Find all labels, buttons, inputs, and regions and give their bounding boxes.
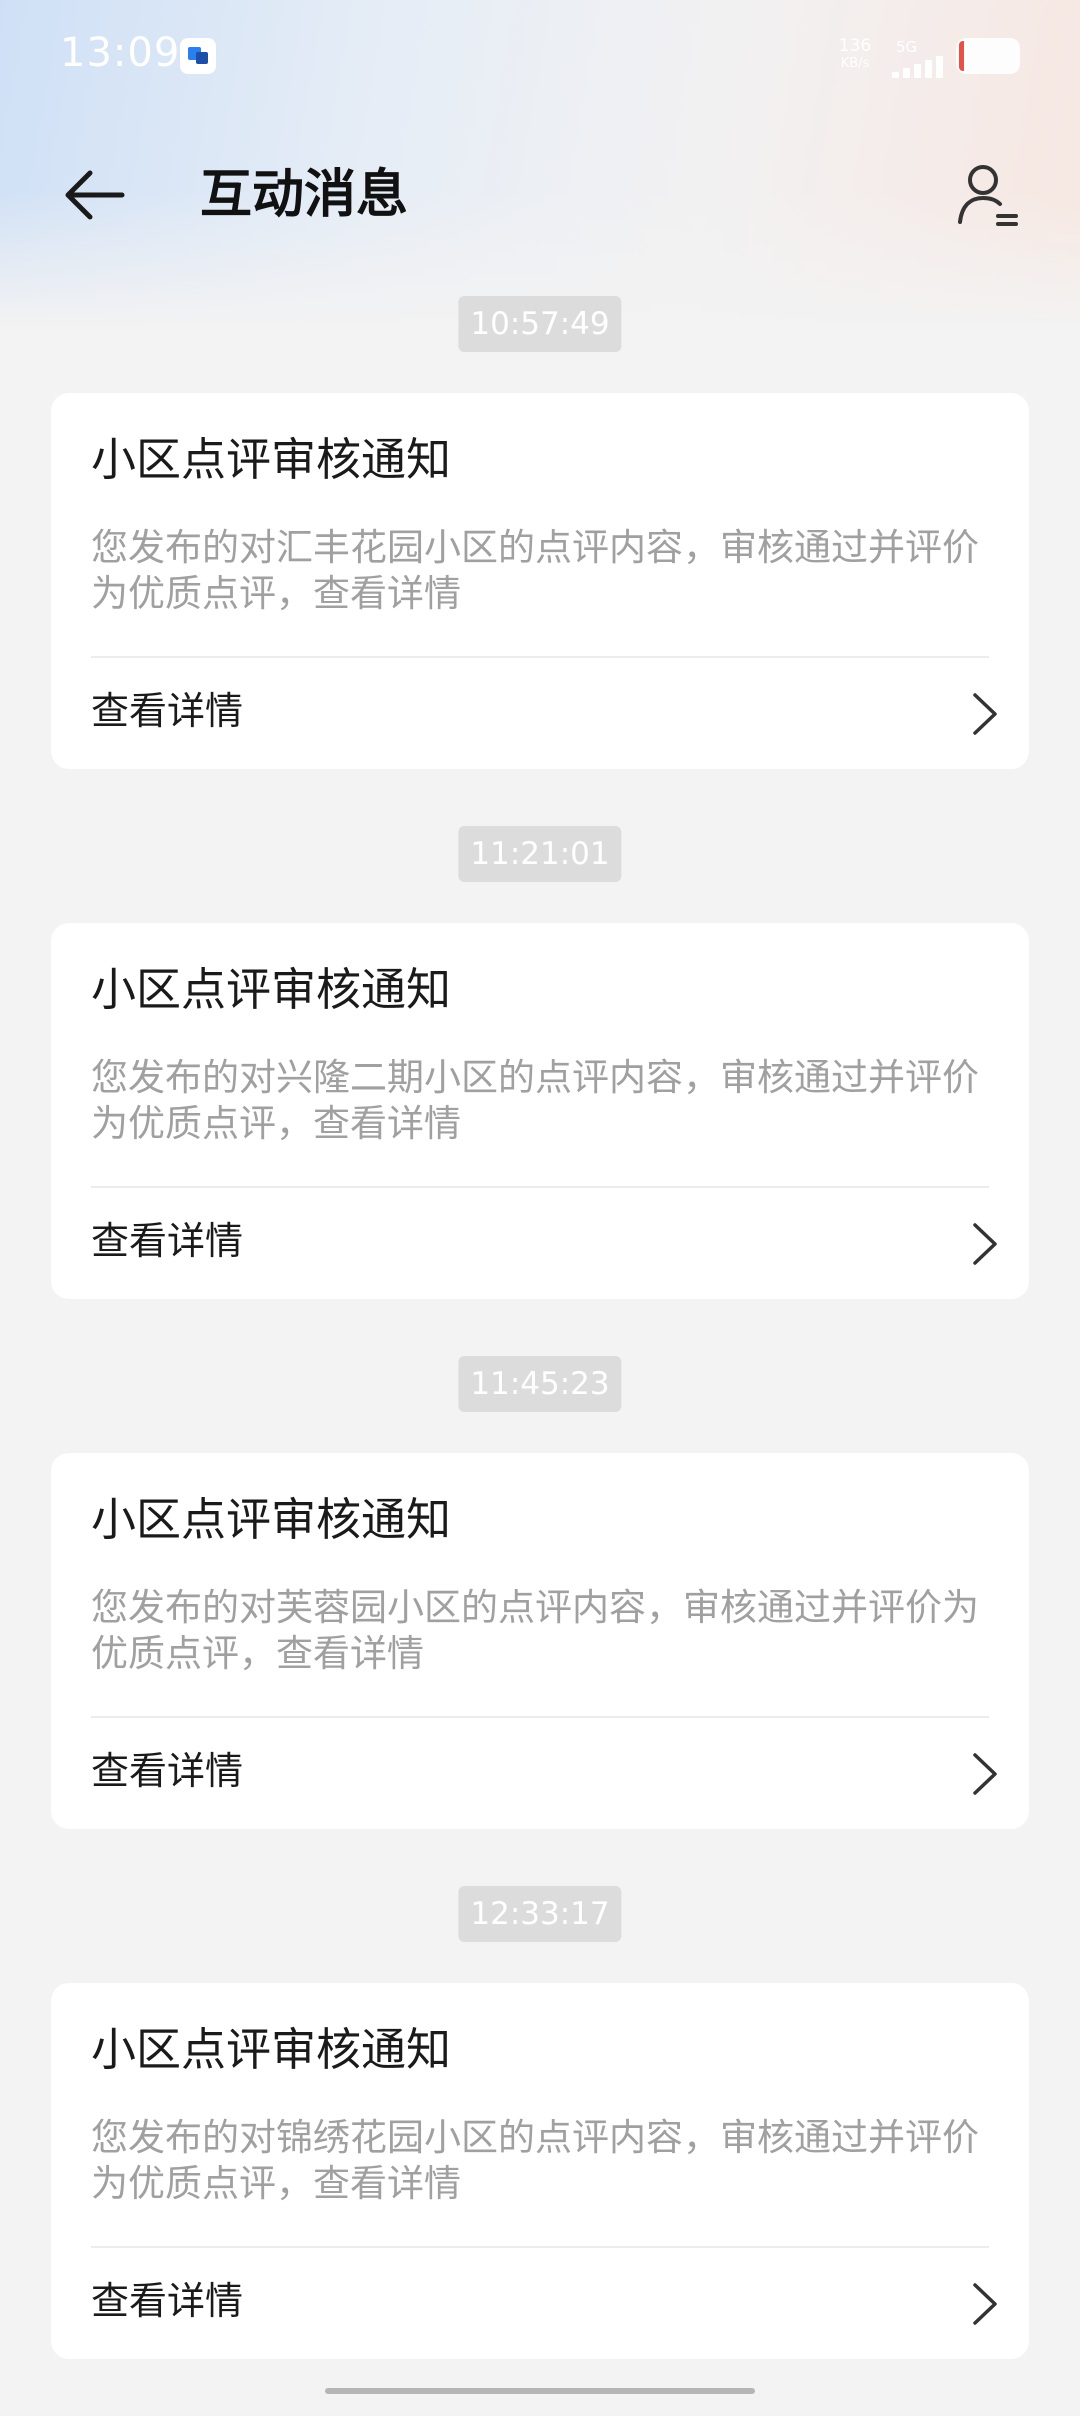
message-group: 11:21:01 小区点评审核通知 您发布的对兴隆二期小区的点评内容，审核通过并… — [0, 826, 1080, 1356]
back-button[interactable] — [52, 160, 142, 230]
app-notification-icon — [180, 38, 216, 74]
profile-button[interactable] — [950, 158, 1026, 234]
message-group: 10:57:49 小区点评审核通知 您发布的对汇丰花园小区的点评内容，审核通过并… — [0, 296, 1080, 826]
app-header: 互动消息 — [0, 140, 1080, 250]
view-details-link[interactable]: 查看详情 — [51, 658, 1029, 769]
status-time: 13:09 — [60, 30, 181, 76]
signal-strength-icon — [892, 56, 948, 78]
view-details-label: 查看详情 — [91, 2279, 244, 2323]
chevron-right-icon — [973, 2283, 997, 2325]
card-title: 小区点评审核通知 — [91, 2023, 452, 2076]
message-group: 11:45:23 小区点评审核通知 您发布的对芙蓉园小区的点评内容，审核通过并评… — [0, 1356, 1080, 1886]
timestamp-badge: 11:21:01 — [458, 826, 622, 882]
card-description: 您发布的对芙蓉园小区的点评内容，审核通过并评价为优质点评，查看详情 — [91, 1586, 979, 1675]
view-details-label: 查看详情 — [91, 689, 244, 733]
network-type: 5G — [896, 38, 918, 56]
network-speed-unit: KB/s — [840, 56, 870, 71]
view-details-label: 查看详情 — [91, 1749, 244, 1793]
page-title: 互动消息 — [200, 165, 409, 225]
notification-card[interactable]: 小区点评审核通知 您发布的对兴隆二期小区的点评内容，审核通过并评价为优质点评，查… — [51, 923, 1029, 1299]
notification-card[interactable]: 小区点评审核通知 您发布的对芙蓉园小区的点评内容，审核通过并评价为优质点评，查看… — [51, 1453, 1029, 1829]
chevron-right-icon — [973, 1223, 997, 1265]
battery-icon — [956, 38, 1020, 74]
view-details-link[interactable]: 查看详情 — [51, 2248, 1029, 2359]
notification-card[interactable]: 小区点评审核通知 您发布的对锦绣花园小区的点评内容，审核通过并评价为优质点评，查… — [51, 1983, 1029, 2359]
card-title: 小区点评审核通知 — [91, 963, 452, 1016]
card-description: 您发布的对兴隆二期小区的点评内容，审核通过并评价为优质点评，查看详情 — [91, 1056, 979, 1145]
home-indicator[interactable] — [325, 2388, 755, 2394]
status-bar: 13:09 136 KB/s 5G — [0, 0, 1080, 110]
chevron-right-icon — [973, 1753, 997, 1795]
timestamp-badge: 10:57:49 — [458, 296, 622, 352]
card-description: 您发布的对锦绣花园小区的点评内容，审核通过并评价为优质点评，查看详情 — [91, 2116, 979, 2205]
view-details-link[interactable]: 查看详情 — [51, 1188, 1029, 1299]
message-feed: 10:57:49 小区点评审核通知 您发布的对汇丰花园小区的点评内容，审核通过并… — [0, 296, 1080, 2416]
chevron-right-icon — [973, 693, 997, 735]
message-group: 12:33:17 小区点评审核通知 您发布的对锦绣花园小区的点评内容，审核通过并… — [0, 1886, 1080, 2416]
network-speed-value: 136 — [838, 36, 872, 56]
card-title: 小区点评审核通知 — [91, 433, 452, 486]
timestamp-badge: 11:45:23 — [458, 1356, 622, 1412]
view-details-link[interactable]: 查看详情 — [51, 1718, 1029, 1829]
view-details-label: 查看详情 — [91, 1219, 244, 1263]
timestamp-badge: 12:33:17 — [458, 1886, 622, 1942]
card-description: 您发布的对汇丰花园小区的点评内容，审核通过并评价为优质点评，查看详情 — [91, 526, 979, 615]
card-title: 小区点评审核通知 — [91, 1493, 452, 1546]
notification-card[interactable]: 小区点评审核通知 您发布的对汇丰花园小区的点评内容，审核通过并评价为优质点评，查… — [51, 393, 1029, 769]
network-speed: 136 KB/s — [830, 38, 880, 72]
arrow-left-icon — [65, 170, 125, 220]
user-list-icon — [958, 165, 1018, 226]
